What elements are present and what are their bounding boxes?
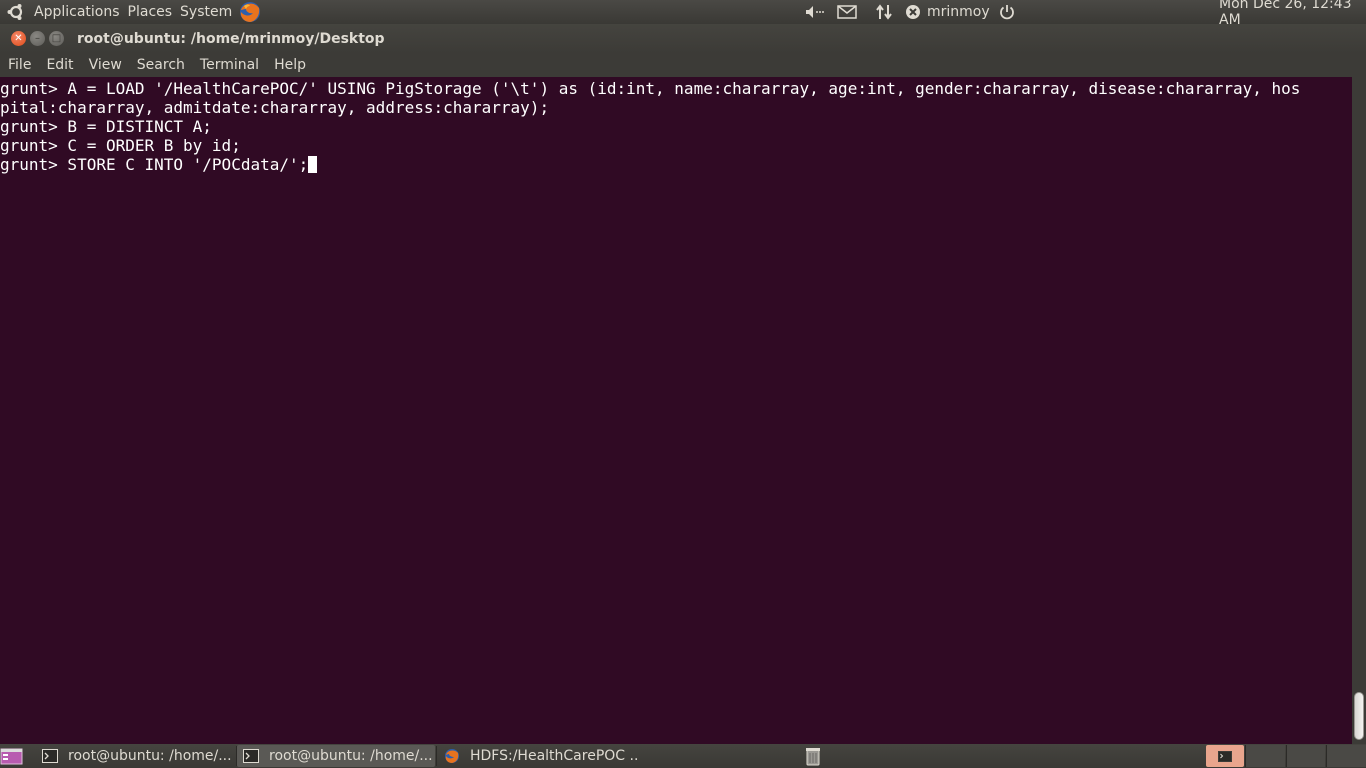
volume-icon[interactable] [804, 0, 828, 24]
firefox-icon [445, 749, 459, 763]
bottom-panel: root@ubuntu: /home/... root@ubuntu: /hom… [0, 744, 1366, 768]
taskbar-item[interactable]: root@ubuntu: /home/... [36, 745, 234, 767]
close-window-button[interactable]: ✕ [11, 31, 26, 46]
terminal-current-line: grunt> STORE C INTO '/POCdata/'; [0, 155, 1352, 174]
close-icon: ✕ [14, 32, 23, 44]
ubuntu-logo-icon[interactable] [6, 2, 26, 22]
terminal-icon [1218, 750, 1232, 762]
user-status-icon[interactable] [905, 0, 921, 24]
terminal-menubar: File Edit View Search Terminal Help [0, 53, 1366, 77]
menu-help[interactable]: Help [266, 53, 313, 77]
minimize-window-button[interactable]: – [30, 31, 45, 46]
system-menu[interactable]: System [176, 0, 236, 24]
taskbar-item-active[interactable]: root@ubuntu: /home/... [237, 745, 435, 767]
menu-view[interactable]: View [81, 53, 129, 77]
text-cursor [308, 156, 318, 173]
top-panel: Applications Places System mrinmoy Mon D… [0, 0, 1366, 28]
workspace-2[interactable] [1245, 745, 1285, 767]
maximize-window-button[interactable]: □ [49, 31, 64, 46]
terminal-scrollbar[interactable] [1352, 77, 1366, 744]
trash-icon[interactable] [804, 746, 822, 766]
terminal-line: grunt> A = LOAD '/HealthCarePOC/' USING … [0, 79, 1301, 98]
terminal-icon [42, 749, 58, 763]
workspace-4[interactable] [1326, 745, 1366, 767]
places-menu[interactable]: Places [124, 0, 177, 24]
menu-terminal[interactable]: Terminal [192, 53, 266, 77]
window-titlebar[interactable]: ✕ – □ root@ubuntu: /home/mrinmoy/Desktop [0, 24, 1366, 53]
terminal-line: grunt> B = DISTINCT A; [0, 117, 212, 136]
workspace-1[interactable] [1206, 745, 1244, 767]
taskbar-item-label: root@ubuntu: /home/... [68, 748, 232, 764]
window-title: root@ubuntu: /home/mrinmoy/Desktop [77, 30, 385, 47]
taskbar-item[interactable]: HDFS:/HealthCarePOC ... [438, 745, 638, 767]
taskbar-separator [436, 746, 437, 766]
menu-search[interactable]: Search [129, 53, 192, 77]
menu-edit[interactable]: Edit [38, 53, 80, 77]
maximize-icon: □ [51, 32, 62, 44]
menu-file[interactable]: File [0, 53, 38, 77]
applications-menu[interactable]: Applications [30, 0, 124, 24]
taskbar-item-label: root@ubuntu: /home/... [269, 748, 433, 764]
terminal-output[interactable]: grunt> A = LOAD '/HealthCarePOC/' USING … [0, 77, 1352, 744]
minimize-icon: – [35, 32, 40, 44]
terminal-line: grunt> C = ORDER B by id; [0, 136, 241, 155]
mail-icon[interactable] [837, 0, 857, 24]
show-desktop-icon[interactable] [0, 746, 24, 766]
terminal-line: pital:chararray, admitdate:chararray, ad… [0, 98, 550, 117]
power-icon[interactable] [998, 0, 1016, 24]
taskbar-item-label: HDFS:/HealthCarePOC ... [470, 748, 638, 764]
network-icon[interactable] [875, 0, 893, 24]
terminal-icon [243, 749, 259, 763]
firefox-launcher-icon[interactable] [238, 0, 262, 24]
scrollbar-thumb[interactable] [1354, 692, 1364, 740]
workspace-3[interactable] [1286, 745, 1325, 767]
terminal-input-text: grunt> STORE C INTO '/POCdata/'; [0, 155, 309, 174]
user-name[interactable]: mrinmoy [927, 4, 990, 20]
